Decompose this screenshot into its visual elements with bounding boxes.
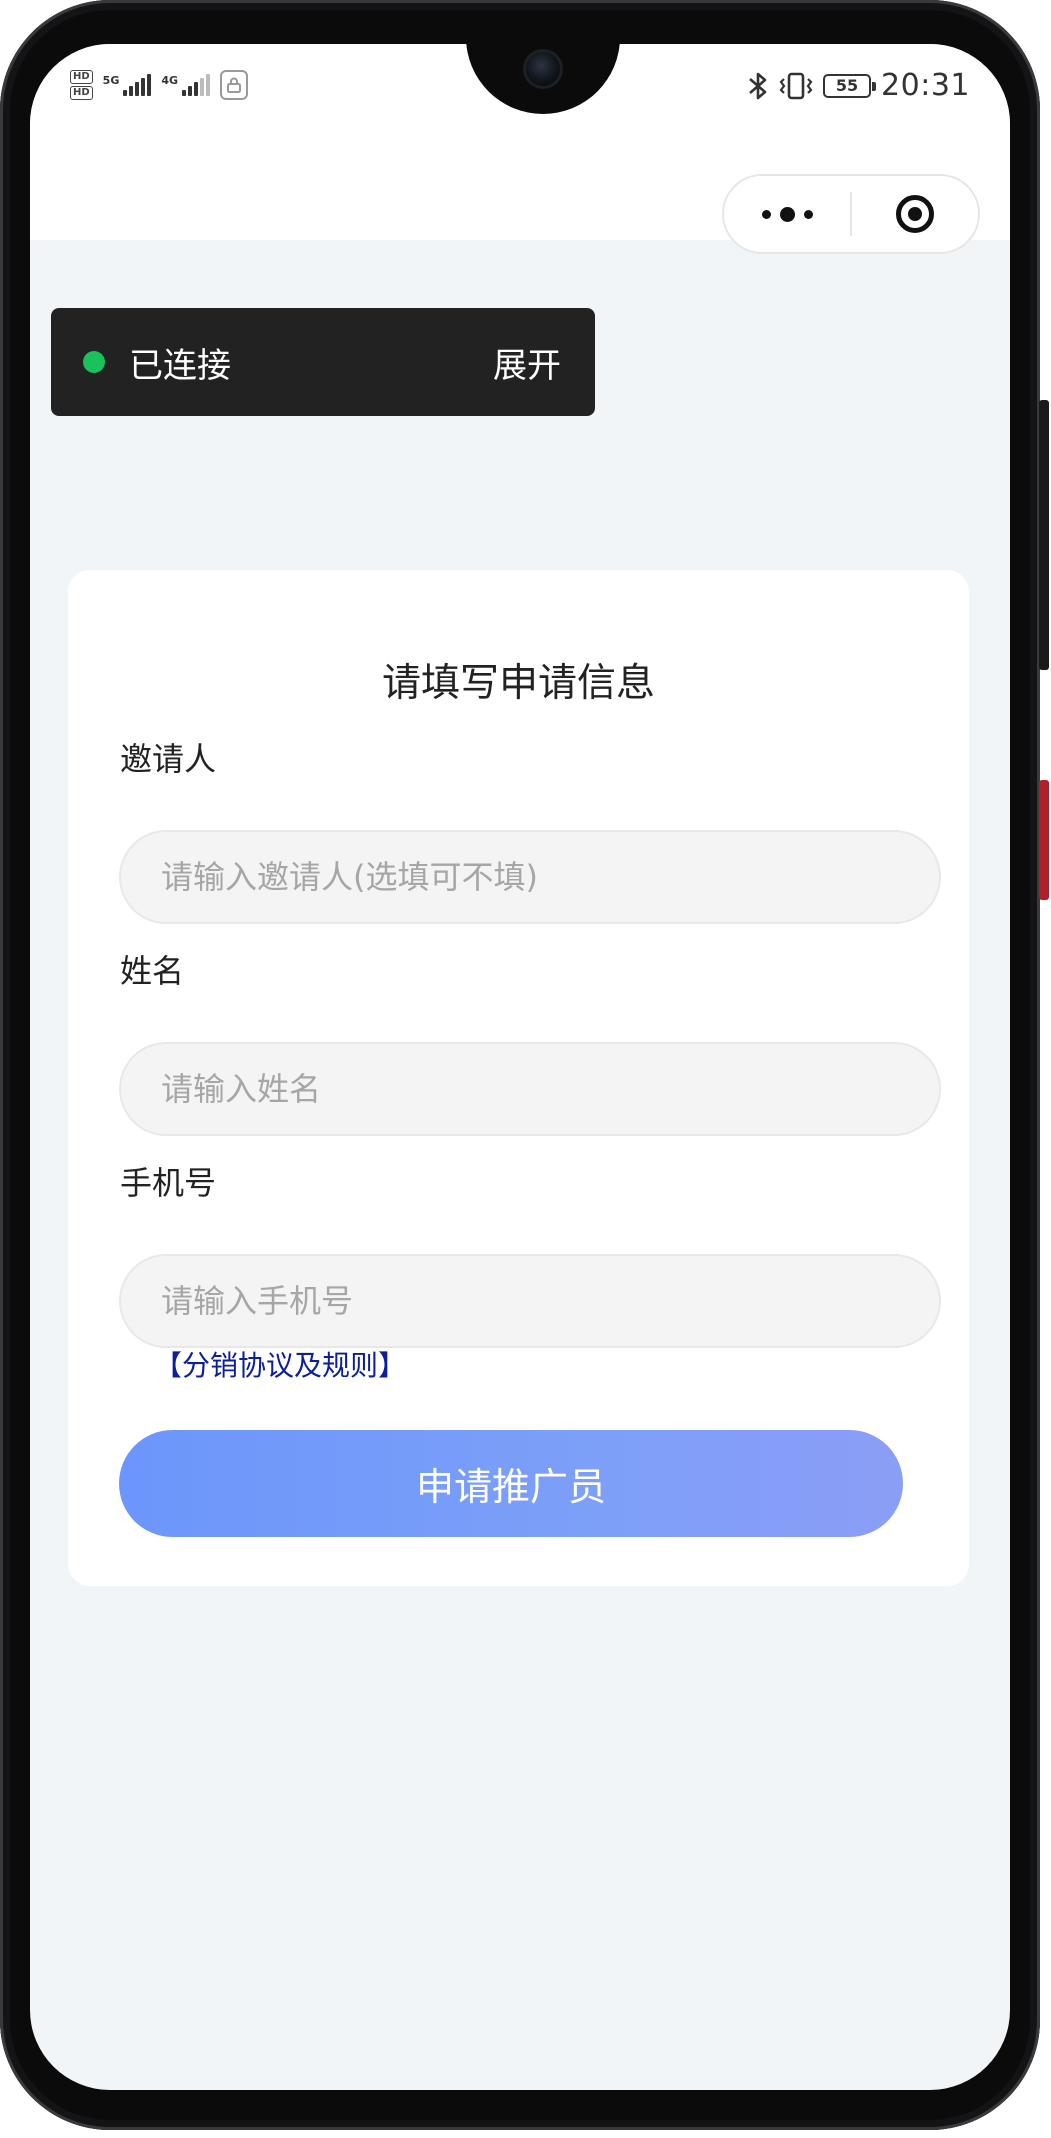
- status-time: 20:31: [881, 68, 970, 103]
- mini-program-capsule: [722, 174, 980, 254]
- signal-bar: [206, 74, 211, 96]
- dot: [761, 209, 771, 219]
- hd-badge-2: HD: [70, 86, 93, 100]
- dot: [803, 209, 813, 219]
- expand-toggle[interactable]: 展开: [493, 338, 561, 387]
- bluetooth-icon: [749, 72, 767, 99]
- lock-icon: [220, 70, 249, 100]
- close-button[interactable]: [852, 176, 978, 252]
- more-dots-icon: [761, 206, 813, 222]
- more-button[interactable]: [724, 176, 850, 252]
- power-button: [1039, 780, 1049, 900]
- dot: [779, 206, 795, 222]
- application-form-card: 请填写申请信息 邀请人 姓名 手机号 【分销协议及规则】 申请推广员: [68, 570, 969, 1586]
- connection-status-bar: 已连接 展开: [51, 308, 595, 416]
- phone-input[interactable]: [119, 1254, 941, 1348]
- status-right: 55 20:31: [747, 68, 970, 103]
- signal-bar: [182, 90, 187, 96]
- signal-bar: [147, 74, 152, 96]
- network-type-secondary: 4G: [161, 74, 179, 87]
- target-icon: [896, 195, 934, 233]
- hd-icon: HD HD: [70, 70, 93, 100]
- signal-bar: [129, 86, 134, 96]
- connection-status-label: 已连接: [129, 345, 231, 386]
- volume-button: [1039, 400, 1049, 670]
- vibrate-icon: [779, 72, 813, 99]
- signal-bar: [194, 82, 199, 96]
- target-center: [908, 207, 922, 221]
- signal-bar: [188, 86, 193, 96]
- signal-bar: [135, 82, 140, 96]
- phone-device: HD HD 5G 4G 55 20:31 已连接 展开 请填写申请信息 邀请人 …: [0, 0, 1051, 2138]
- form-title: 请填写申请信息: [381, 661, 655, 706]
- lock-glyph: [227, 77, 242, 93]
- front-camera: [526, 52, 560, 86]
- network-type-primary: 5G: [102, 74, 120, 87]
- hd-badge-1: HD: [70, 70, 93, 84]
- phone-label: 手机号: [120, 1164, 217, 1202]
- inviter-input[interactable]: [119, 830, 941, 924]
- apply-promoter-button[interactable]: 申请推广员: [119, 1430, 903, 1537]
- nav-bar: [30, 134, 1010, 254]
- status-left: HD HD 5G 4G: [70, 70, 249, 100]
- battery-icon: 55: [823, 73, 877, 98]
- signal-bar: [141, 78, 146, 96]
- distribution-agreement-link[interactable]: 【分销协议及规则】: [154, 1344, 406, 1384]
- signal-bar: [200, 78, 205, 96]
- battery-level: 55: [835, 76, 859, 95]
- connection-status-dot: [83, 351, 105, 373]
- signal-bar: [123, 90, 128, 96]
- phone-screen: HD HD 5G 4G 55 20:31 已连接 展开 请填写申请信息 邀请人 …: [30, 44, 1010, 2090]
- name-input[interactable]: [119, 1042, 941, 1136]
- name-label: 姓名: [120, 952, 185, 990]
- inviter-label: 邀请人: [120, 740, 217, 778]
- signal-icon: 5G: [103, 74, 152, 96]
- signal-icon-secondary: 4G: [161, 74, 211, 96]
